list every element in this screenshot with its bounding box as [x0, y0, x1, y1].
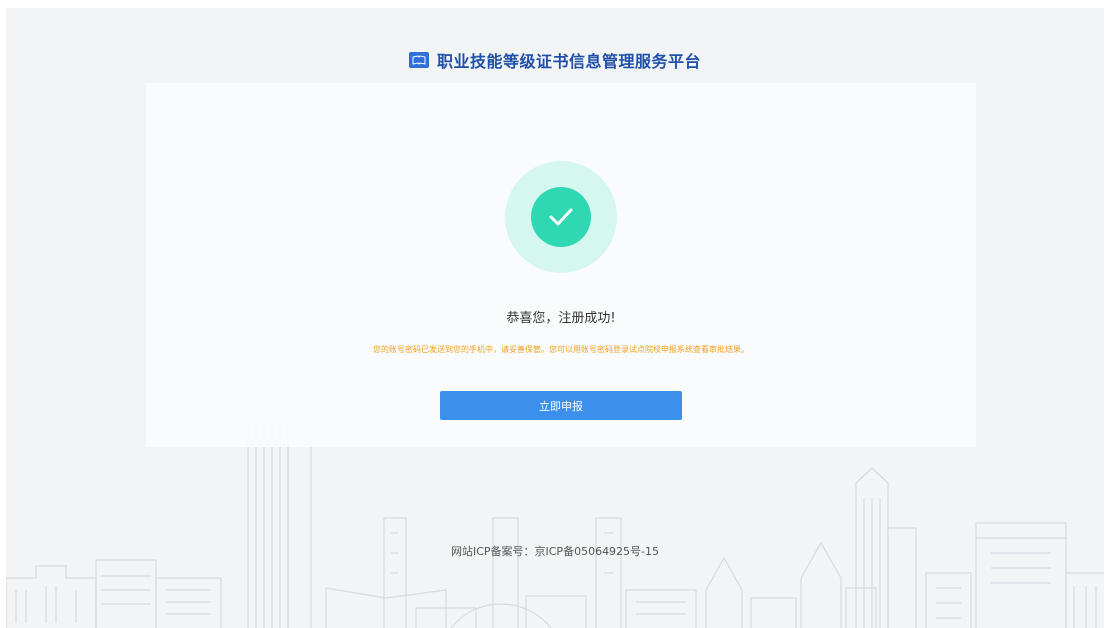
account-notice: 您的账号密码已发送到您的手机中，请妥善保管。您可以用账号密码登录试点院校申报系统…	[373, 345, 749, 354]
check-circle-icon	[531, 187, 591, 247]
success-card: 恭喜您，注册成功! 您的账号密码已发送到您的手机中，请妥善保管。您可以用账号密码…	[146, 83, 976, 447]
site-header: 职业技能等级证书信息管理服务平台	[6, 48, 1104, 72]
success-badge	[505, 161, 617, 273]
book-logo-icon	[408, 52, 429, 68]
apply-now-button[interactable]: 立即申报	[440, 391, 682, 420]
page-background: 职业技能等级证书信息管理服务平台 恭喜您，注册成功! 您的账号密码已发送到您的手…	[6, 8, 1104, 628]
site-title: 职业技能等级证书信息管理服务平台	[436, 52, 701, 71]
icp-footer: 网站ICP备案号：京ICP备05064925号-15	[450, 545, 660, 558]
success-headline: 恭喜您，注册成功!	[506, 311, 616, 326]
